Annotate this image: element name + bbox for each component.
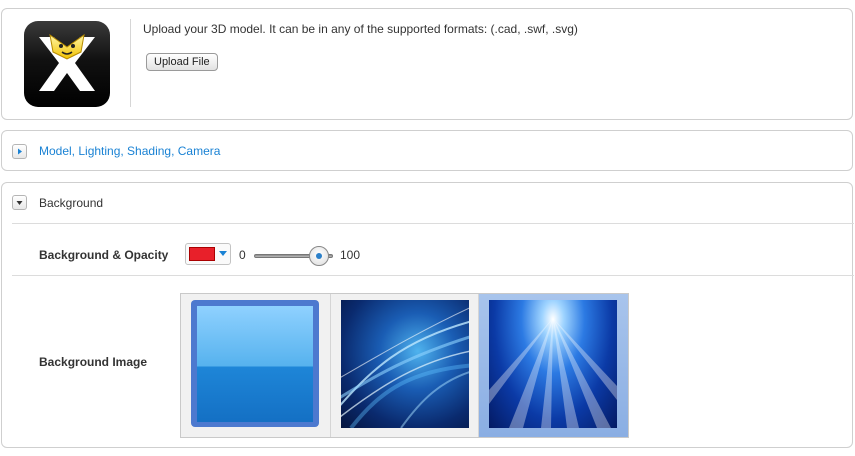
background-section: Background Background & Opacity 0 100 Ba… [1, 182, 854, 448]
background-image-label: Background Image [39, 355, 148, 369]
opacity-max-label: 100 [340, 248, 361, 262]
background-option-light-rays[interactable] [479, 294, 628, 437]
thumbnail-image [191, 300, 319, 427]
upload-file-button[interactable]: Upload File [146, 53, 218, 71]
wix-logo-icon [24, 21, 110, 107]
background-section-title: Background [39, 196, 104, 210]
opacity-min-label: 0 [239, 248, 246, 262]
color-swatch [189, 247, 215, 261]
color-picker-dropdown[interactable] [185, 243, 231, 265]
thumbnail-image [341, 300, 469, 428]
divider [12, 275, 854, 276]
triangle-down-icon [16, 201, 23, 205]
thumbnail-image [489, 300, 617, 428]
upload-panel: Upload your 3D model. It can be in any o… [1, 8, 853, 120]
opacity-slider-handle[interactable] [308, 246, 329, 266]
model-section-link[interactable]: Model, Lighting, Shading, Camera [39, 144, 220, 158]
background-image-picker [180, 293, 629, 438]
background-option-blue-gradient[interactable] [181, 294, 330, 437]
upload-divider [130, 19, 131, 107]
background-option-blue-waves[interactable] [330, 294, 479, 437]
divider [12, 223, 854, 224]
model-section: Model, Lighting, Shading, Camera [1, 130, 853, 171]
background-opacity-label: Background & Opacity [39, 248, 169, 262]
upload-description: Upload your 3D model. It can be in any o… [143, 22, 578, 36]
chevron-down-icon [219, 251, 227, 256]
collapse-toggle-button[interactable] [12, 195, 27, 210]
triangle-right-icon [18, 148, 22, 155]
expand-toggle-button[interactable] [12, 144, 27, 159]
